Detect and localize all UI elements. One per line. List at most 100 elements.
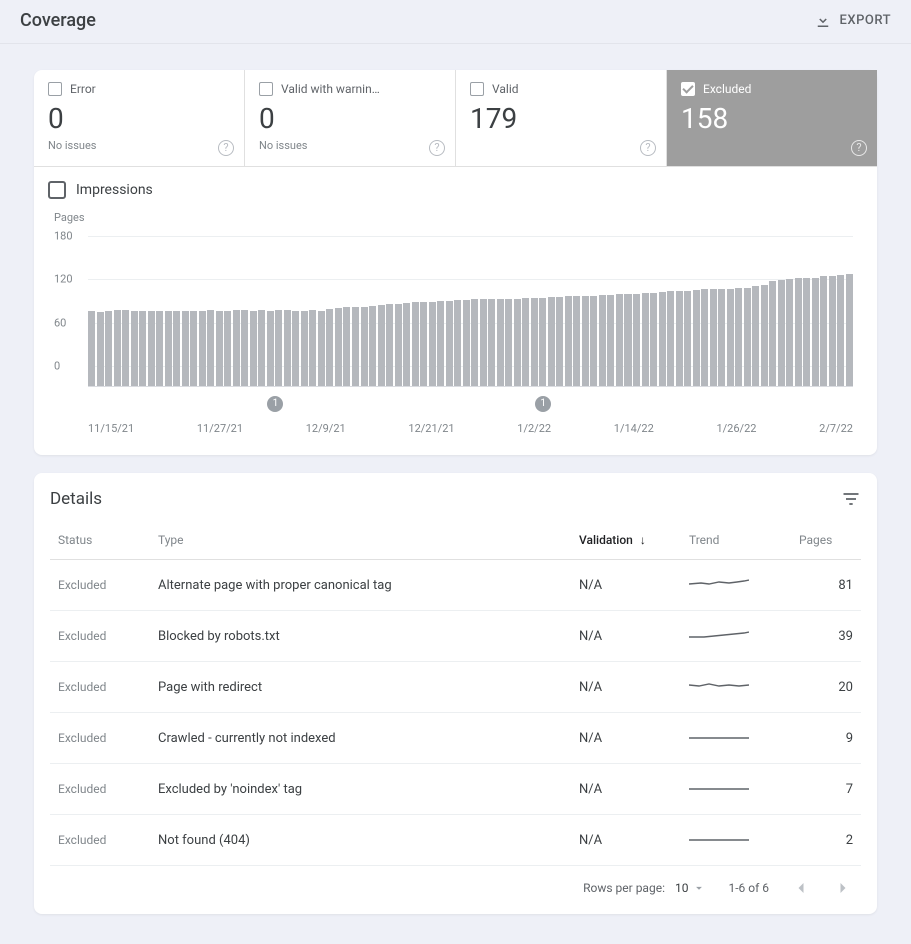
chart-bar[interactable] xyxy=(514,299,521,386)
chart-bar[interactable] xyxy=(309,310,316,386)
col-type[interactable]: Type xyxy=(150,521,571,560)
chart-bar[interactable] xyxy=(548,297,555,386)
col-validation[interactable]: Validation ↓ xyxy=(571,521,681,560)
chart-bar[interactable] xyxy=(148,311,155,386)
table-row[interactable]: Excluded Blocked by robots.txt N/A 39 xyxy=(50,611,861,662)
chart-bar[interactable] xyxy=(386,304,393,386)
chart-bar[interactable] xyxy=(412,302,419,386)
chart-bar[interactable] xyxy=(693,290,700,386)
chart-bar[interactable] xyxy=(752,286,759,386)
chart-bar[interactable] xyxy=(207,310,214,386)
table-row[interactable]: Excluded Crawled - currently not indexed… xyxy=(50,713,861,764)
chart-bar[interactable] xyxy=(122,310,129,386)
chart-bar[interactable] xyxy=(446,301,453,386)
help-icon[interactable]: ? xyxy=(640,140,656,156)
filter-icon[interactable] xyxy=(841,489,861,509)
chart-bar[interactable] xyxy=(156,311,163,386)
chart-bar[interactable] xyxy=(531,298,538,386)
export-button[interactable]: EXPORT xyxy=(814,12,891,30)
chart-bar[interactable] xyxy=(165,311,172,386)
chart-bar[interactable] xyxy=(258,310,265,386)
tab-valid[interactable]: Valid 179 ? xyxy=(455,70,666,166)
chart-bar[interactable] xyxy=(301,311,308,386)
chart-bar[interactable] xyxy=(650,293,657,386)
impressions-checkbox[interactable] xyxy=(48,181,66,199)
chart-bar[interactable] xyxy=(352,307,359,386)
chart-bar[interactable] xyxy=(275,310,282,386)
chart-bar[interactable] xyxy=(846,274,853,386)
chart-bar[interactable] xyxy=(642,293,649,386)
chart-event-marker[interactable]: 1 xyxy=(267,396,283,412)
chart-bar[interactable] xyxy=(241,310,248,386)
chart-bar[interactable] xyxy=(403,303,410,386)
chart-bar[interactable] xyxy=(837,275,844,386)
chart-bar[interactable] xyxy=(556,297,563,386)
chart-bar[interactable] xyxy=(318,311,325,386)
chart-bar[interactable] xyxy=(497,299,504,386)
chart-bar[interactable] xyxy=(539,298,546,386)
col-trend[interactable]: Trend xyxy=(681,521,791,560)
chart-bar[interactable] xyxy=(369,306,376,386)
pager-next[interactable] xyxy=(833,878,853,898)
chart-bar[interactable] xyxy=(105,311,112,386)
chart-bar[interactable] xyxy=(820,276,827,386)
chart-bar[interactable] xyxy=(139,311,146,386)
chart-bar[interactable] xyxy=(420,302,427,387)
chart-bar[interactable] xyxy=(378,305,385,386)
chart-bar[interactable] xyxy=(131,311,138,386)
col-pages[interactable]: Pages xyxy=(791,521,861,560)
chart-bar[interactable] xyxy=(599,295,606,386)
chart-bar[interactable] xyxy=(701,289,708,386)
col-status[interactable]: Status xyxy=(50,521,150,560)
chart-bar[interactable] xyxy=(199,311,206,386)
chart-bar[interactable] xyxy=(480,299,487,386)
chart-bar[interactable] xyxy=(97,312,104,386)
pager-prev[interactable] xyxy=(791,878,811,898)
chart-bar[interactable] xyxy=(590,296,597,386)
chart-bar[interactable] xyxy=(735,288,742,386)
chart-bar[interactable] xyxy=(565,296,572,386)
chart-bar[interactable] xyxy=(505,299,512,386)
chart-bar[interactable] xyxy=(284,310,291,386)
chart-bar[interactable] xyxy=(710,289,717,386)
table-row[interactable]: Excluded Excluded by 'noindex' tag N/A 7 xyxy=(50,764,861,815)
help-icon[interactable]: ? xyxy=(218,140,234,156)
chart-bar[interactable] xyxy=(182,311,189,386)
chart-bar[interactable] xyxy=(786,279,793,386)
help-icon[interactable]: ? xyxy=(429,140,445,156)
chart-bar[interactable] xyxy=(684,291,691,386)
table-row[interactable]: Excluded Page with redirect N/A 20 xyxy=(50,662,861,713)
chart-bar[interactable] xyxy=(267,311,274,386)
chart-bar[interactable] xyxy=(429,302,436,387)
chart-bar[interactable] xyxy=(676,291,683,386)
tab-excluded[interactable]: Excluded 158 ? xyxy=(666,70,877,166)
chart-bar[interactable] xyxy=(812,278,819,386)
chart-bar[interactable] xyxy=(395,304,402,386)
chart-bar[interactable] xyxy=(667,291,674,386)
chart-bar[interactable] xyxy=(437,301,444,386)
chart-bar[interactable] xyxy=(335,308,342,386)
chart-bar[interactable] xyxy=(803,278,810,386)
chart-bar[interactable] xyxy=(88,311,95,386)
chart-bar[interactable] xyxy=(769,281,776,386)
chart-bar[interactable] xyxy=(471,299,478,386)
chart-bar[interactable] xyxy=(624,294,631,386)
chart-bar[interactable] xyxy=(454,300,461,386)
chart-bar[interactable] xyxy=(573,296,580,386)
chart-bar[interactable] xyxy=(795,278,802,386)
chart-bar[interactable] xyxy=(616,294,623,386)
table-row[interactable]: Excluded Alternate page with proper cano… xyxy=(50,560,861,611)
rows-per-page-select[interactable]: 10 xyxy=(675,881,707,895)
chart-bar[interactable] xyxy=(343,307,350,386)
chart-bar[interactable] xyxy=(292,311,299,386)
chart-bar[interactable] xyxy=(607,295,614,386)
chart-bar[interactable] xyxy=(659,292,666,386)
chart-bar[interactable] xyxy=(778,280,785,386)
chart-bar[interactable] xyxy=(233,310,240,386)
tab-error[interactable]: Error 0 No issues ? xyxy=(34,70,244,166)
chart-bar[interactable] xyxy=(361,307,368,386)
table-row[interactable]: Excluded Not found (404) N/A 2 xyxy=(50,815,861,866)
chart-bar[interactable] xyxy=(829,276,836,387)
chart-bar[interactable] xyxy=(522,298,529,386)
chart-bar[interactable] xyxy=(250,311,257,386)
